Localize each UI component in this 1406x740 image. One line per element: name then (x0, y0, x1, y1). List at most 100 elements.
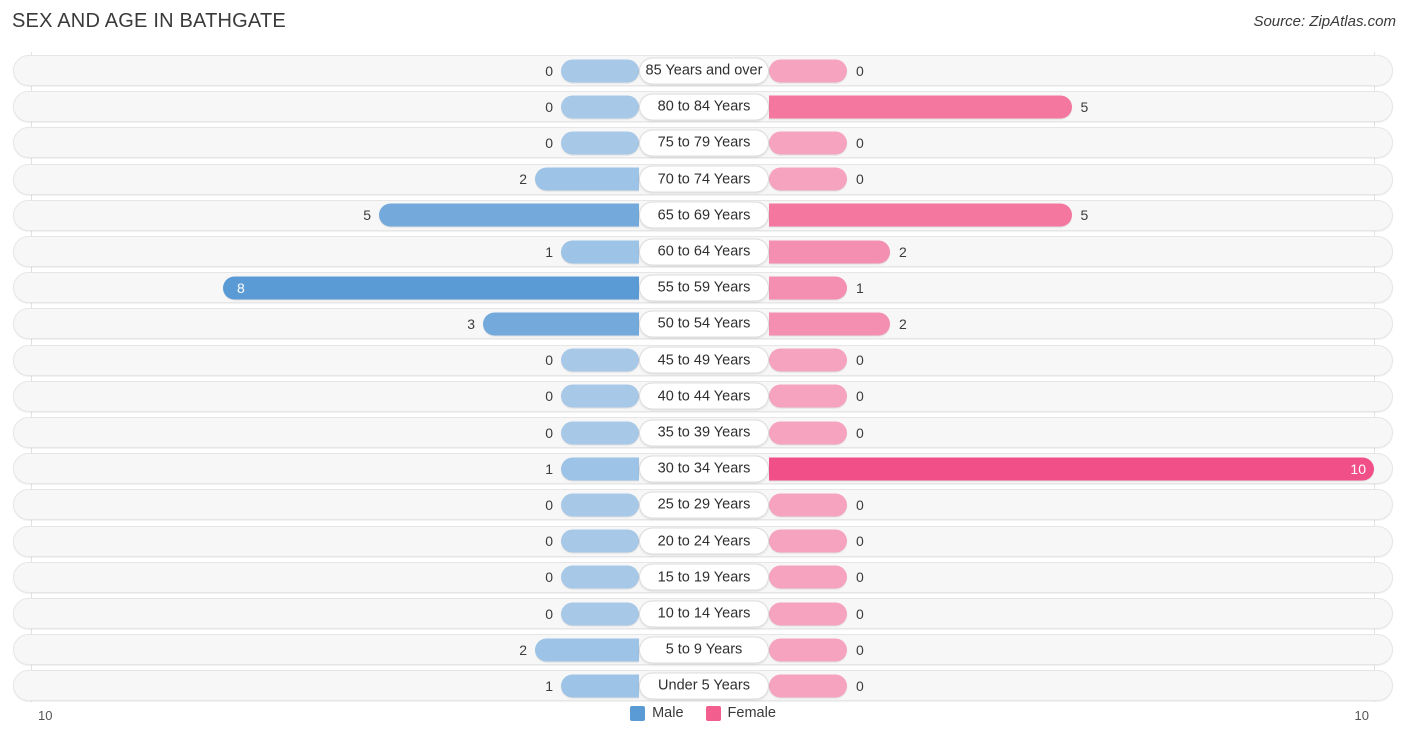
age-group-label: Under 5 Years (639, 672, 769, 700)
male-value-label: 0 (545, 62, 553, 79)
male-value-label: 0 (545, 98, 553, 115)
female-bar[interactable] (769, 131, 847, 155)
male-value-label: 1 (545, 243, 553, 260)
age-group-row[interactable]: 8 1 55 to 59 Years (13, 272, 1393, 304)
age-group-row[interactable]: 0 0 20 to 24 Years (13, 525, 1393, 557)
male-bar[interactable] (561, 457, 639, 481)
female-bar[interactable] (769, 638, 847, 662)
male-bar[interactable] (561, 348, 639, 372)
age-group-label: 70 to 74 Years (639, 165, 769, 193)
male-value-label: 0 (545, 134, 553, 151)
age-group-label: 65 to 69 Years (639, 201, 769, 229)
age-group-row[interactable]: 0 0 35 to 39 Years (13, 417, 1393, 448)
female-bar[interactable] (769, 421, 847, 444)
female-bar[interactable] (769, 167, 847, 191)
age-group-label: 5 to 9 Years (639, 636, 769, 664)
female-bar[interactable] (769, 203, 1072, 227)
age-group-label: 55 to 59 Years (639, 274, 769, 302)
male-value-label: 8 (237, 279, 245, 296)
male-bar[interactable] (561, 131, 639, 155)
female-bar[interactable] (769, 493, 847, 517)
chart-page: SEX AND AGE IN BATHGATE Source: ZipAtlas… (0, 0, 1406, 740)
male-value-label: 0 (545, 496, 553, 513)
age-group-row[interactable]: 0 0 40 to 44 Years (13, 380, 1393, 412)
female-value-label: 0 (856, 388, 864, 405)
female-bar[interactable] (769, 457, 1374, 481)
female-bar[interactable] (769, 276, 847, 300)
female-bar[interactable] (769, 602, 847, 625)
male-value-label: 1 (545, 460, 553, 477)
age-group-row[interactable]: 3 2 50 to 54 Years (13, 308, 1393, 340)
age-group-row[interactable]: 0 0 25 to 29 Years (13, 489, 1393, 521)
female-bar[interactable] (769, 529, 847, 553)
female-value-label: 0 (856, 424, 864, 441)
age-group-row[interactable]: 0 0 85 Years and over (13, 55, 1393, 86)
female-bar[interactable] (769, 384, 847, 408)
chart-legend: Male Female (0, 705, 1406, 721)
male-bar[interactable] (561, 95, 639, 119)
age-group-row[interactable]: 2 0 5 to 9 Years (13, 634, 1393, 666)
female-bar[interactable] (769, 348, 847, 372)
age-group-row[interactable]: 0 5 80 to 84 Years (13, 91, 1393, 123)
age-group-row[interactable]: 0 0 75 to 79 Years (13, 127, 1393, 159)
male-bar[interactable] (561, 529, 639, 553)
male-value-label: 0 (545, 388, 553, 405)
female-bar[interactable] (769, 59, 847, 82)
male-bar[interactable] (561, 240, 639, 263)
age-group-row[interactable]: 1 10 30 to 34 Years (13, 453, 1393, 485)
age-group-label: 35 to 39 Years (639, 419, 769, 446)
female-value-label: 0 (856, 496, 864, 513)
age-group-label: 80 to 84 Years (639, 93, 769, 121)
male-value-label: 0 (545, 424, 553, 441)
source-attribution: Source: ZipAtlas.com (1253, 13, 1396, 30)
male-value-label: 0 (545, 569, 553, 586)
male-value-label: 1 (545, 677, 553, 694)
male-bar[interactable] (561, 565, 639, 589)
female-bar[interactable] (769, 312, 890, 336)
legend-item-male[interactable]: Male (630, 705, 684, 721)
female-value-label: 1 (856, 279, 864, 296)
male-bar[interactable] (561, 602, 639, 625)
male-value-label: 2 (519, 641, 527, 658)
female-value-label: 2 (899, 243, 907, 260)
female-bar[interactable] (769, 240, 890, 263)
male-bar[interactable] (535, 638, 639, 662)
female-bar[interactable] (769, 674, 847, 698)
age-group-label: 50 to 54 Years (639, 310, 769, 338)
female-bar[interactable] (769, 565, 847, 589)
female-value-label: 2 (899, 315, 907, 332)
female-value-label: 5 (1080, 98, 1089, 115)
age-group-label: 25 to 29 Years (639, 491, 769, 519)
male-bar[interactable] (483, 312, 639, 336)
age-group-row[interactable]: 0 0 10 to 14 Years (13, 598, 1393, 629)
male-bar[interactable] (223, 276, 639, 300)
male-bar[interactable] (535, 167, 639, 191)
male-value-label: 0 (545, 352, 553, 369)
population-pyramid-plot: 0 0 85 Years and over 0 5 80 to 84 Years 0 0 75 … (13, 52, 1393, 702)
male-bar[interactable] (561, 384, 639, 408)
age-group-row[interactable]: 1 0 Under 5 Years (13, 670, 1393, 702)
female-value-label: 0 (856, 352, 864, 369)
age-group-label: 85 Years and over (639, 57, 769, 84)
age-group-row[interactable]: 5 5 65 to 69 Years (13, 199, 1393, 231)
female-bar[interactable] (769, 95, 1072, 119)
male-bar[interactable] (561, 421, 639, 444)
male-color-swatch (630, 705, 646, 721)
age-group-row[interactable]: 0 0 45 to 49 Years (13, 344, 1393, 376)
female-value-label: 0 (856, 533, 864, 550)
male-bar[interactable] (561, 674, 639, 698)
age-group-row[interactable]: 1 2 60 to 64 Years (13, 236, 1393, 267)
age-group-label: 75 to 79 Years (639, 129, 769, 157)
male-bar[interactable] (561, 493, 639, 517)
age-group-row[interactable]: 2 0 70 to 74 Years (13, 163, 1393, 195)
male-value-label: 0 (545, 605, 553, 622)
male-value-label: 2 (519, 171, 527, 188)
male-bar[interactable] (561, 59, 639, 82)
age-group-label: 20 to 24 Years (639, 527, 769, 555)
female-value-label: 0 (856, 605, 864, 622)
age-group-row[interactable]: 0 0 15 to 19 Years (13, 561, 1393, 593)
legend-item-female[interactable]: Female (705, 705, 776, 721)
age-group-label: 40 to 44 Years (639, 382, 769, 410)
legend-label-male: Male (652, 705, 684, 721)
male-bar[interactable] (379, 203, 639, 227)
